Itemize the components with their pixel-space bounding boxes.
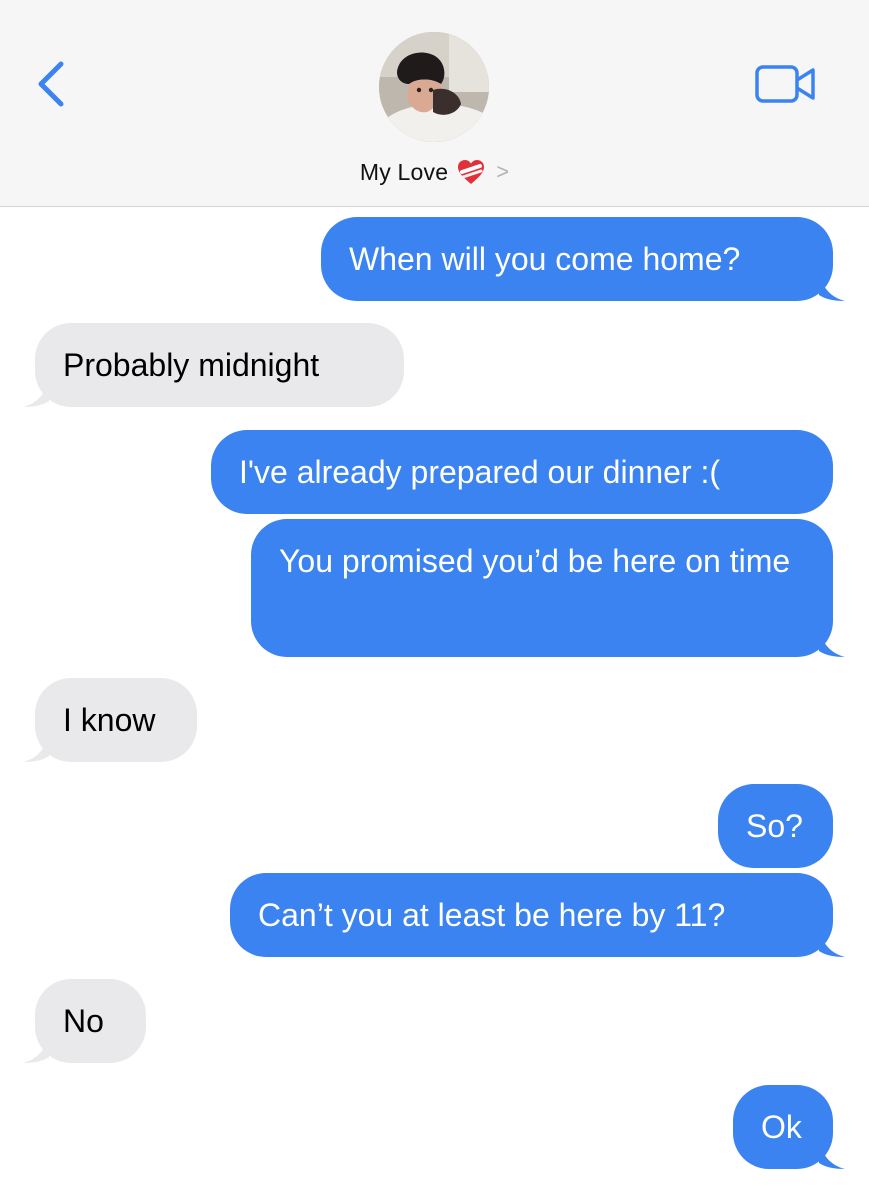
message-bubble-sent[interactable]: I've already prepared our dinner :( [211, 430, 833, 514]
message-text: I know [63, 702, 156, 738]
message-bubble-sent[interactable]: Can’t you at least be here by 11? [230, 873, 845, 957]
back-button[interactable] [32, 60, 72, 108]
message-text: You promised you’d be here on time [279, 543, 791, 579]
message-text: Can’t you at least be here by 11? [258, 897, 726, 933]
bubble-tail [23, 1033, 49, 1063]
bubble-tail [819, 271, 845, 301]
message-bubble-sent[interactable]: Ok [733, 1085, 845, 1169]
contact-avatar[interactable] [379, 32, 489, 142]
bubble-tail [819, 927, 845, 957]
mending-heart-emoji-icon [458, 160, 485, 184]
message-bubble-sent[interactable]: When will you come home? [321, 217, 845, 301]
conversation-header: My Love > [0, 0, 869, 207]
facetime-video-button[interactable] [754, 64, 818, 104]
message-bubble-sent[interactable]: So? [718, 784, 833, 868]
chevron-right-icon: > [496, 159, 510, 184]
video-camera-icon [755, 65, 815, 103]
message-text: Probably midnight [63, 347, 320, 383]
bubble-tail [23, 732, 49, 762]
message-bubble-received[interactable]: I know [23, 678, 197, 762]
message-bubble-received[interactable]: Probably midnight [23, 323, 404, 407]
avatar-photo [379, 32, 489, 142]
bubble-tail [23, 377, 49, 407]
message-bubble-received[interactable]: No [23, 979, 146, 1063]
message-text: When will you come home? [349, 241, 741, 277]
contact-name: My Love [359, 158, 449, 185]
message-text: I've already prepared our dinner :( [239, 454, 721, 490]
message-text: No [63, 1003, 104, 1039]
contact-name-button[interactable]: My Love > [0, 156, 869, 188]
bubble-tail [819, 627, 845, 657]
message-text: So? [746, 808, 803, 844]
chevron-left-icon [38, 61, 64, 107]
message-bubble-sent[interactable]: You promised you’d be here on time [251, 519, 845, 657]
message-text: Ok [761, 1109, 802, 1145]
bubble-tail [819, 1139, 845, 1169]
